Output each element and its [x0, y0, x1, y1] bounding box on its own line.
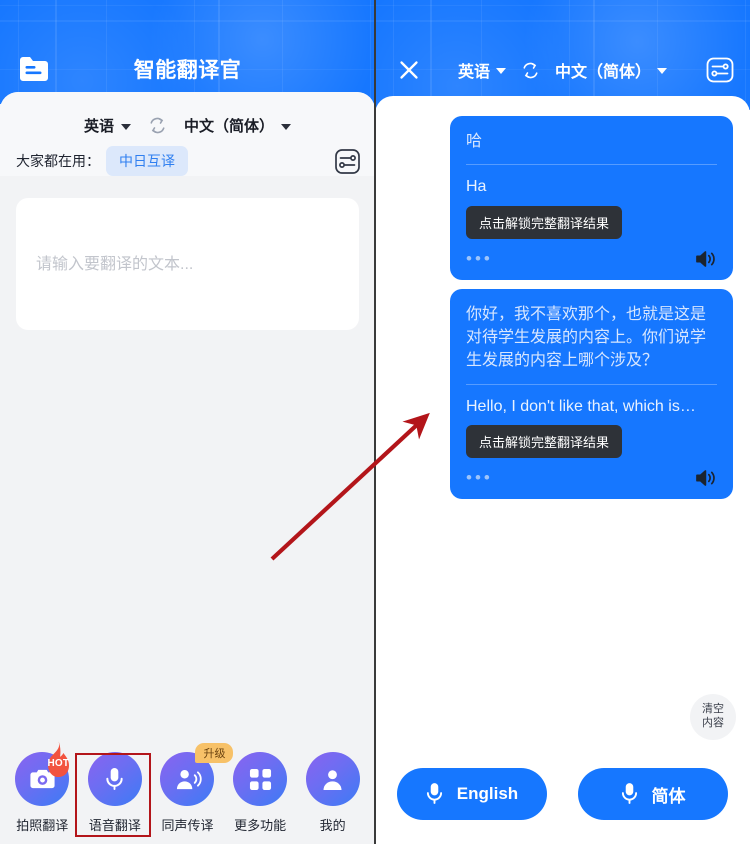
conversation-card: 哈 Ha 点击解锁完整翻译结果 ••• 你好，我不喜欢那个，也就是这是对待学生发… — [375, 96, 750, 844]
left-app-header: 智能翻译官 — [0, 0, 375, 104]
nav-label-simultaneous-interpretation: 同声传译 — [161, 818, 214, 833]
nav-label-more-features: 更多功能 — [234, 818, 287, 833]
message-footer: ••• — [466, 250, 717, 268]
nav-label-photo-translate: 拍照翻译 — [16, 818, 69, 833]
clear-content-line2: 内容 — [702, 717, 724, 729]
mic-button-english[interactable]: English — [397, 768, 547, 820]
app-title: 智能翻译官 — [133, 59, 242, 82]
nav-item-simultaneous-interpretation[interactable]: 升级 同声传译 — [153, 743, 234, 834]
bottom-navigation-bar: HOT 拍照翻译 语音翻译 升级 同声传译 更多功能 我的 — [0, 726, 375, 844]
message-bubble: 哈 Ha 点击解锁完整翻译结果 ••• — [450, 116, 733, 280]
source-language-label: 英语 — [83, 117, 114, 135]
chevron-down-icon — [281, 123, 292, 130]
more-options-icon[interactable]: ••• — [466, 250, 493, 267]
swap-arrows-icon[interactable] — [520, 60, 541, 81]
microphone-icon — [426, 782, 443, 806]
screenshot-root: 智能翻译官 英语 中文（简体） 大家都在用： 中日互译 请输入要翻译的文本...… — [0, 0, 750, 844]
hot-badge-label: HOT — [47, 757, 70, 769]
more-options-icon[interactable]: ••• — [466, 469, 493, 486]
unlock-full-translation-button[interactable]: 点击解锁完整翻译结果 — [466, 205, 623, 239]
message-source-text: 你好，我不喜欢那个，也就是这是对待学生发展的内容上。你们说学生发展的内容上哪个涉… — [466, 306, 707, 370]
recommend-chip-zh-ja[interactable]: 中日互译 — [106, 146, 188, 176]
chevron-down-icon — [496, 68, 506, 74]
message-translated-text: Hello, I don't like that, which is… — [466, 397, 696, 415]
message-footer: ••• — [466, 469, 717, 487]
clear-content-button[interactable]: 清空 内容 — [690, 694, 736, 740]
panel-divider — [374, 0, 376, 844]
mic-button-chinese-label: 简体 — [651, 786, 686, 806]
mic-button-english-label: English — [456, 784, 519, 803]
speaker-icon[interactable] — [695, 249, 717, 269]
message-translated-text: Ha — [466, 178, 487, 196]
right-source-language-label: 英语 — [457, 64, 490, 81]
left-language-selector-row: 英语 中文（简体） — [0, 112, 375, 138]
message-source-text: 哈 — [466, 133, 483, 150]
unlock-full-translation-button[interactable]: 点击解锁完整翻译结果 — [466, 424, 623, 458]
right-target-language-button[interactable]: 中文（简体） — [555, 58, 668, 82]
speaker-icon[interactable] — [695, 468, 717, 488]
target-language-label: 中文（简体） — [184, 117, 275, 135]
microphone-button-bar: English 简体 — [375, 768, 750, 820]
mic-button-chinese[interactable]: 简体 — [578, 768, 728, 820]
microphone-icon — [87, 752, 142, 806]
nav-item-profile[interactable]: 我的 — [299, 752, 367, 834]
clear-content-line1: 清空 — [702, 703, 724, 716]
message-bubble: 你好，我不喜欢那个，也就是这是对待学生发展的内容上。你们说学生发展的内容上哪个涉… — [450, 289, 733, 499]
nav-label-profile: 我的 — [319, 818, 346, 833]
nav-label-voice-translate: 语音翻译 — [88, 818, 141, 833]
hot-flame-badge: HOT — [38, 739, 78, 781]
microphone-icon — [621, 782, 638, 806]
grid-apps-icon — [233, 752, 288, 806]
nav-item-more-features[interactable]: 更多功能 — [226, 752, 294, 834]
right-app-header: 英语 中文（简体） — [375, 0, 750, 110]
sliders-settings-icon[interactable] — [706, 57, 734, 83]
swap-arrows-icon[interactable] — [147, 115, 168, 136]
user-profile-icon — [305, 752, 360, 806]
translation-input-box[interactable]: 请输入要翻译的文本... — [16, 198, 359, 330]
right-target-language-label: 中文（简体） — [555, 64, 652, 81]
right-phone-panel: 英语 中文（简体） 哈 Ha 点击解锁完整翻译结果 ••• 你好，我不喜欢那个，… — [375, 0, 750, 844]
chevron-down-icon — [657, 68, 668, 74]
translation-input-placeholder: 请输入要翻译的文本... — [36, 256, 194, 273]
source-language-button[interactable]: 英语 — [84, 115, 131, 136]
recommended-pairs-row: 大家都在用： 中日互译 — [16, 146, 361, 176]
divider — [466, 164, 717, 166]
close-x-icon[interactable] — [397, 58, 421, 82]
chevron-down-icon — [121, 123, 131, 130]
left-phone-panel: 智能翻译官 英语 中文（简体） 大家都在用： 中日互译 请输入要翻译的文本...… — [0, 0, 375, 844]
recommend-label: 大家都在用： — [16, 153, 100, 169]
sliders-settings-icon[interactable] — [334, 148, 361, 175]
nav-item-voice-translate[interactable]: 语音翻译 — [81, 752, 149, 834]
upgrade-badge: 升级 — [195, 743, 234, 763]
divider — [466, 383, 717, 385]
target-language-button[interactable]: 中文（简体） — [184, 115, 292, 136]
nav-item-photo-translate[interactable]: HOT 拍照翻译 — [8, 740, 76, 834]
right-source-language-button[interactable]: 英语 — [458, 58, 506, 82]
